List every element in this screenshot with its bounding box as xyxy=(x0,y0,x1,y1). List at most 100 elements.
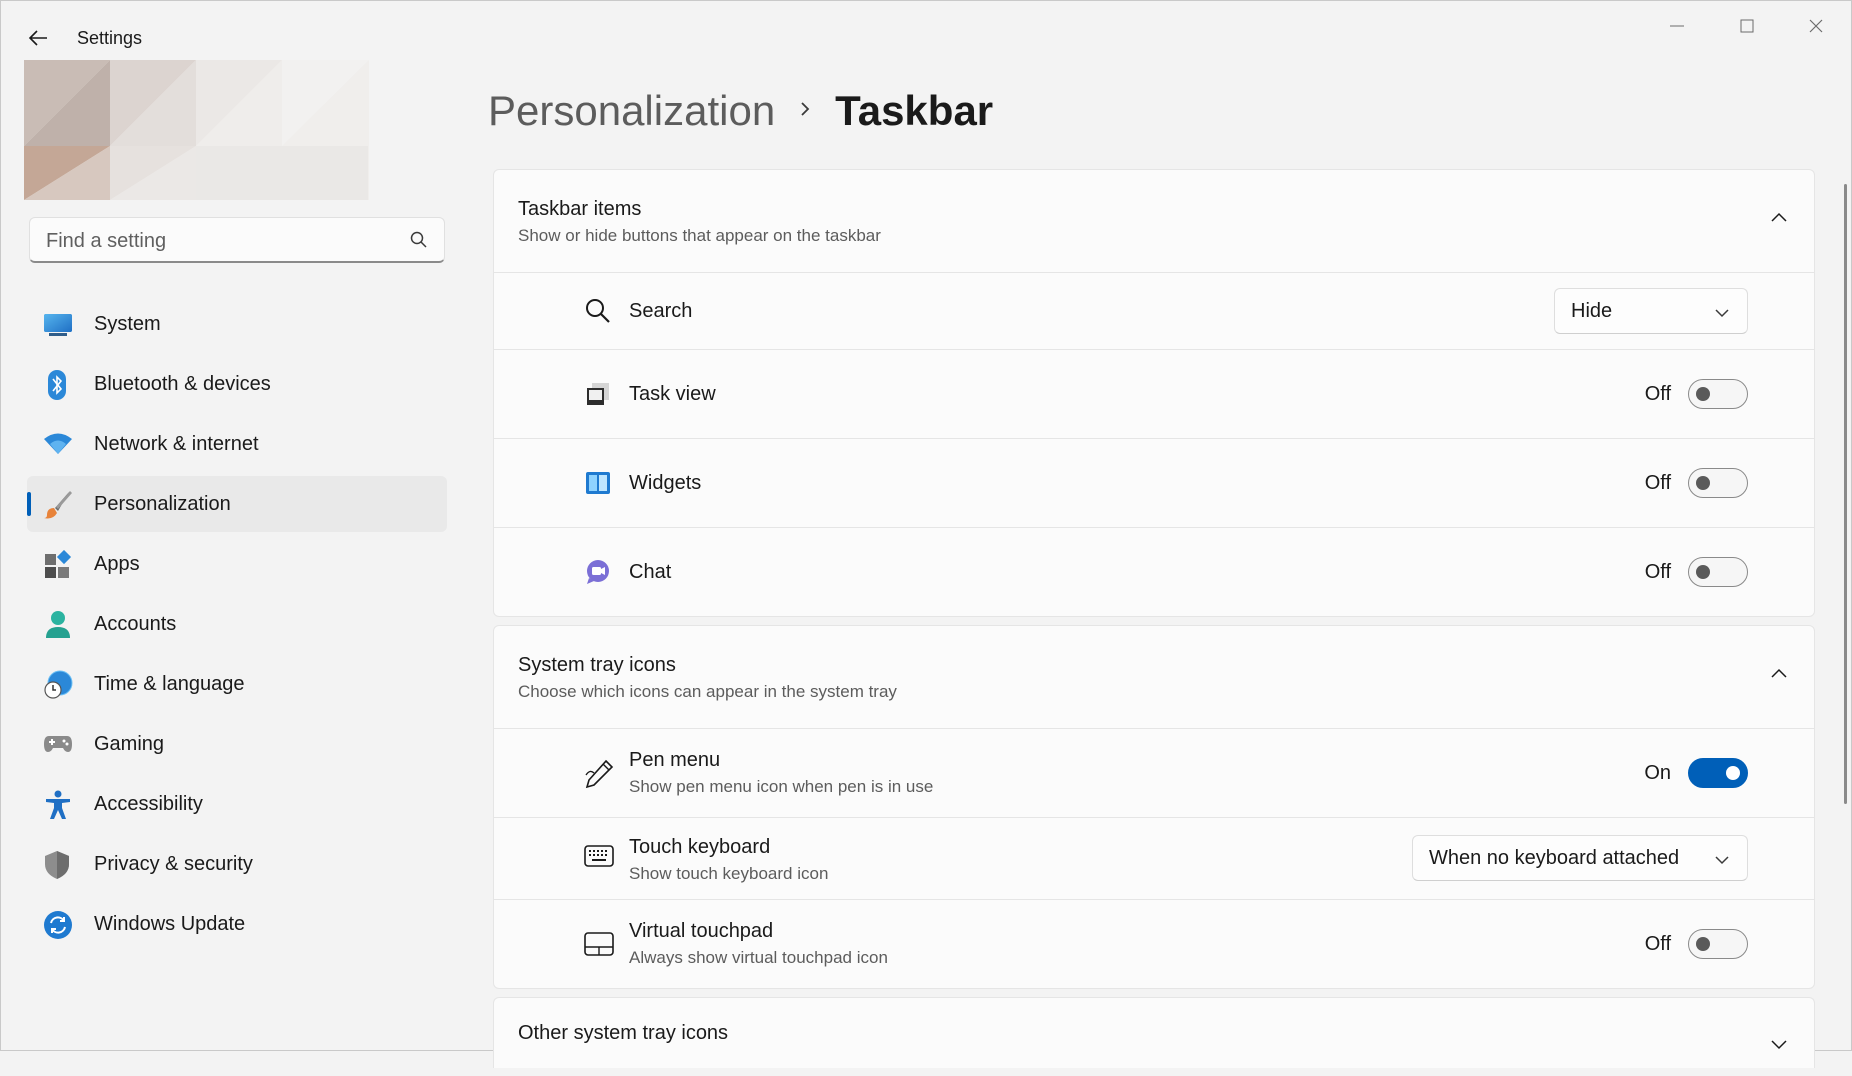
chevron-up-icon[interactable] xyxy=(1770,666,1788,684)
taskbar-items-header[interactable]: Taskbar items Show or hide buttons that … xyxy=(494,170,1814,273)
sidebar-item-network[interactable]: Network & internet xyxy=(27,416,447,472)
sidebar-item-label: Privacy & security xyxy=(94,852,253,875)
sidebar-item-label: Network & internet xyxy=(94,432,259,455)
setting-row-search: Search Hide xyxy=(494,273,1814,350)
setting-row-pen-menu: Pen menu Show pen menu icon when pen is … xyxy=(494,729,1814,818)
sidebar-item-label: Windows Update xyxy=(94,912,246,935)
bluetooth-icon xyxy=(43,370,71,400)
system-tray-group: System tray icons Choose which icons can… xyxy=(493,625,1815,989)
group-subtitle: Choose which icons can appear in the sys… xyxy=(518,682,897,701)
back-arrow-icon xyxy=(28,30,47,46)
sidebar-item-time-language[interactable]: Time & language xyxy=(27,656,447,712)
settings-content: Taskbar items Show or hide buttons that … xyxy=(493,169,1815,1076)
maximize-icon xyxy=(1740,19,1754,33)
sidebar-item-windows-update[interactable]: Windows Update xyxy=(27,896,447,952)
sidebar-item-personalization[interactable]: Personalization xyxy=(27,476,447,532)
setting-label: Touch keyboard xyxy=(629,836,771,858)
setting-label: Chat xyxy=(629,561,672,583)
close-icon xyxy=(1809,19,1823,33)
settings-search-box xyxy=(29,217,445,263)
sidebar-item-label: Personalization xyxy=(94,492,231,515)
sidebar-nav: System Bluetooth & devices Network & int… xyxy=(27,296,447,956)
page-title: Taskbar xyxy=(835,87,994,134)
taskbar-items-group: Taskbar items Show or hide buttons that … xyxy=(493,169,1815,617)
sidebar-item-privacy[interactable]: Privacy & security xyxy=(27,836,447,892)
sidebar-item-label: Gaming xyxy=(94,732,165,755)
chevron-right-icon xyxy=(799,100,811,123)
search-mode-dropdown[interactable]: Hide xyxy=(1554,288,1748,334)
sidebar-item-gaming[interactable]: Gaming xyxy=(27,716,447,772)
sidebar-item-system[interactable]: System xyxy=(27,296,447,352)
group-title: Taskbar items xyxy=(518,198,642,220)
task-view-toggle[interactable] xyxy=(1688,379,1748,409)
search-input[interactable] xyxy=(44,226,388,256)
maximize-button[interactable] xyxy=(1717,11,1777,41)
minimize-icon xyxy=(1670,25,1684,27)
touchpad-icon xyxy=(584,931,614,959)
apps-icon xyxy=(43,549,72,578)
toggle-state-label: Off xyxy=(1644,383,1671,405)
system-tray-header[interactable]: System tray icons Choose which icons can… xyxy=(494,626,1814,729)
toggle-state-label: Off xyxy=(1644,933,1671,955)
chevron-down-icon xyxy=(1715,852,1729,870)
pen-icon xyxy=(584,759,614,789)
toggle-state-label: On xyxy=(1644,762,1671,784)
dropdown-value: Hide xyxy=(1571,299,1613,322)
setting-label: Task view xyxy=(629,383,716,405)
globe-clock-icon xyxy=(43,670,73,699)
setting-label: Widgets xyxy=(629,472,702,494)
keyboard-icon xyxy=(584,844,614,872)
account-picture[interactable] xyxy=(24,60,369,200)
sidebar-item-bluetooth[interactable]: Bluetooth & devices xyxy=(27,356,447,412)
other-tray-icons-group[interactable]: Other system tray icons xyxy=(493,997,1815,1068)
sidebar-item-label: Bluetooth & devices xyxy=(94,372,271,395)
settings-window: Settings Find a setting System Bluetooth… xyxy=(0,0,1852,1068)
chat-toggle[interactable] xyxy=(1688,557,1748,587)
gamepad-icon xyxy=(43,730,72,758)
setting-row-chat: Chat Off xyxy=(494,528,1814,616)
widgets-toggle[interactable] xyxy=(1688,468,1748,498)
task-view-icon xyxy=(584,380,612,408)
chevron-down-icon[interactable] xyxy=(1770,1038,1788,1056)
search-icon xyxy=(584,297,612,325)
toggle-state-label: Off xyxy=(1644,561,1671,583)
sidebar-item-label: System xyxy=(94,312,161,335)
setting-description: Always show virtual touchpad icon xyxy=(629,948,888,967)
sidebar-item-accessibility[interactable]: Accessibility xyxy=(27,776,447,832)
sidebar-item-label: Accessibility xyxy=(94,792,203,815)
app-title: Settings xyxy=(77,28,143,48)
pen-menu-toggle[interactable] xyxy=(1688,758,1748,788)
breadcrumb-parent-link[interactable]: Personalization xyxy=(488,87,775,135)
sidebar-item-accounts[interactable]: Accounts xyxy=(27,596,447,652)
group-subtitle: Show or hide buttons that appear on the … xyxy=(518,226,881,245)
setting-row-task-view: Task view Off xyxy=(494,350,1814,439)
sidebar-item-apps[interactable]: Apps xyxy=(27,536,447,592)
content-scrollbar[interactable] xyxy=(1844,184,1847,804)
accessibility-icon xyxy=(43,790,71,819)
search-icon[interactable] xyxy=(410,231,428,254)
group-title: Other system tray icons xyxy=(518,1022,729,1044)
title-bar: Settings xyxy=(1,1,1851,57)
minimize-button[interactable] xyxy=(1647,11,1707,41)
paintbrush-icon xyxy=(43,490,72,519)
virtual-touchpad-toggle[interactable] xyxy=(1688,929,1748,959)
setting-label: Search xyxy=(629,300,693,322)
chevron-up-icon[interactable] xyxy=(1770,210,1788,228)
back-button[interactable] xyxy=(23,23,53,53)
sidebar-item-label: Apps xyxy=(94,552,140,575)
chevron-down-icon xyxy=(1715,305,1729,323)
monitor-icon xyxy=(43,310,72,338)
setting-row-widgets: Widgets Off xyxy=(494,439,1814,528)
breadcrumb: Personalization Taskbar xyxy=(488,87,993,135)
setting-row-touch-keyboard: Touch keyboard Show touch keyboard icon … xyxy=(494,818,1814,900)
setting-label: Virtual touchpad xyxy=(629,920,774,942)
touch-keyboard-dropdown[interactable]: When no keyboard attached xyxy=(1412,835,1748,881)
widgets-icon xyxy=(584,469,612,497)
close-button[interactable] xyxy=(1786,11,1846,41)
person-icon xyxy=(43,610,71,638)
shield-icon xyxy=(43,850,71,879)
setting-description: Show pen menu icon when pen is in use xyxy=(629,777,934,796)
update-icon xyxy=(43,910,72,939)
group-title: System tray icons xyxy=(518,654,676,676)
setting-label: Pen menu xyxy=(629,749,721,771)
